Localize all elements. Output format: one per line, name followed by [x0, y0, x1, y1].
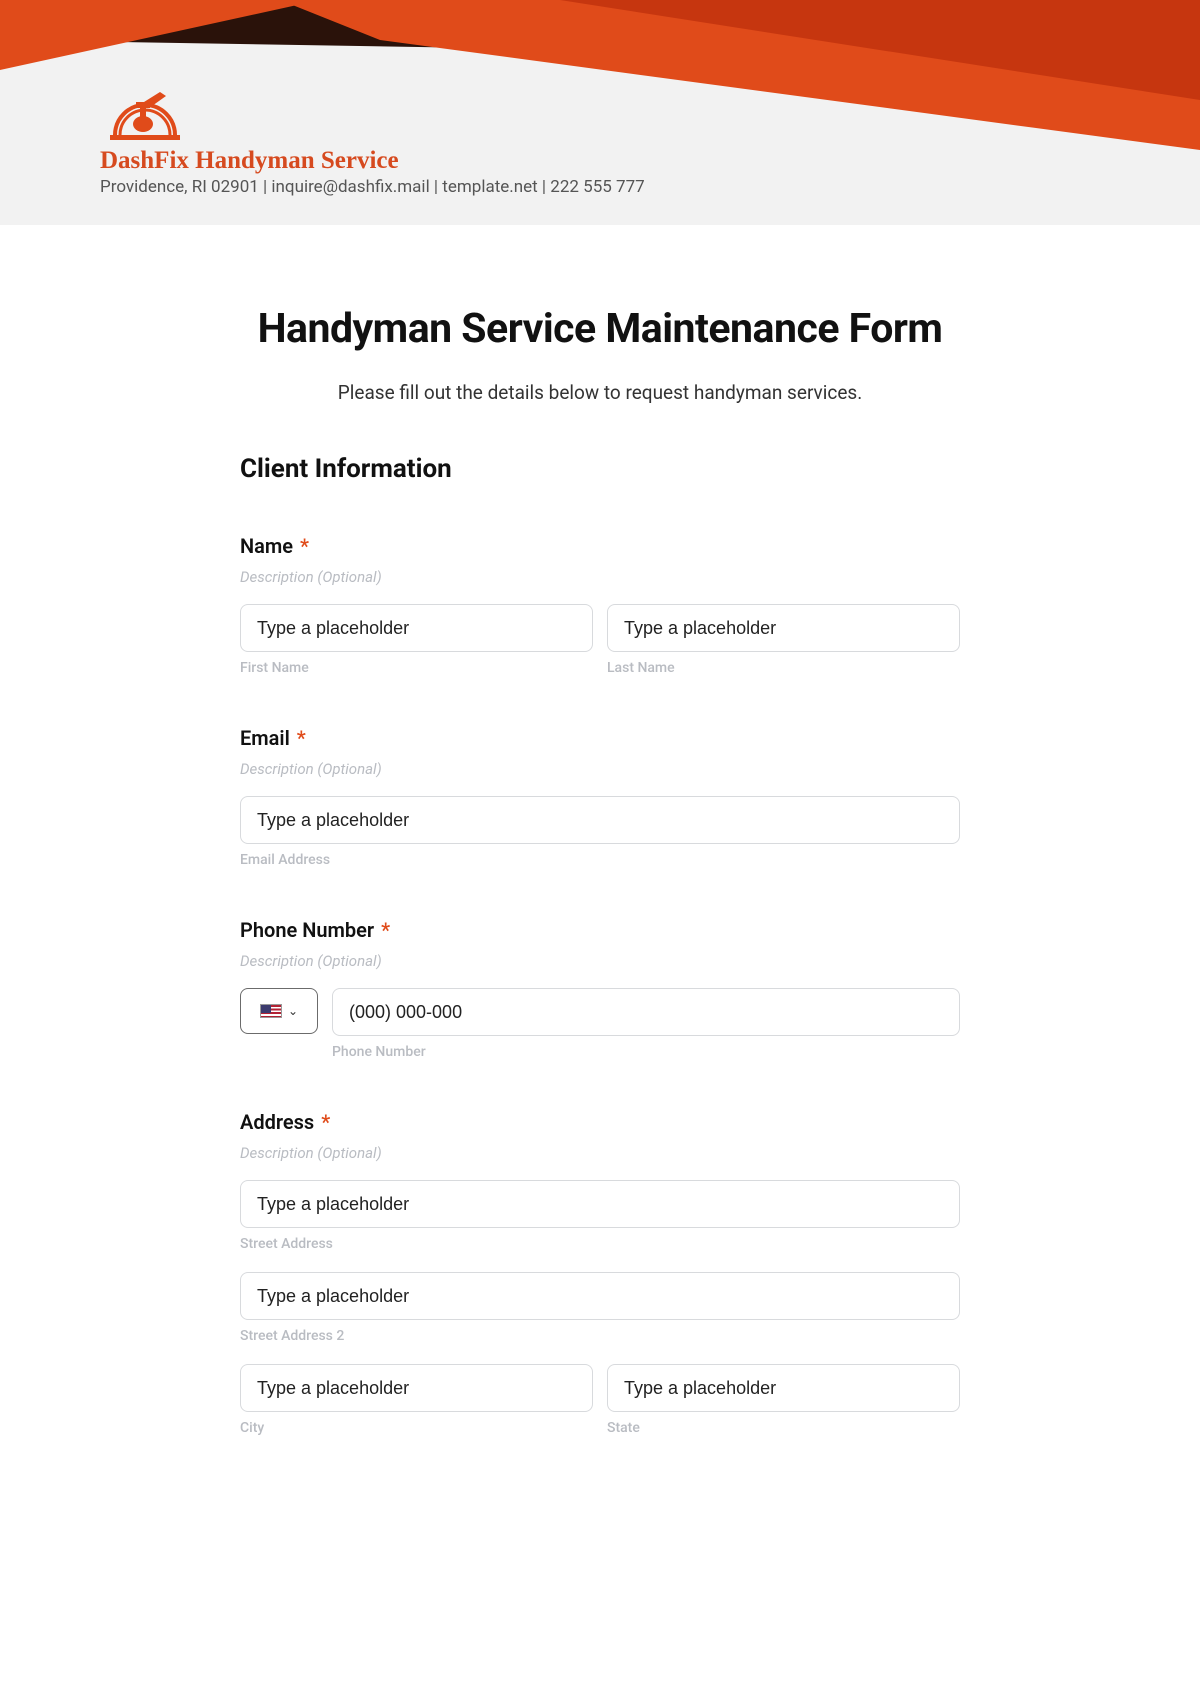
field-phone: Phone Number * Description (Optional) ⌄ … [240, 918, 960, 1060]
form-title: Handyman Service Maintenance Form [240, 305, 960, 353]
section-client-information: Client Information [240, 454, 960, 484]
last-name-input[interactable] [607, 604, 960, 652]
chevron-down-icon: ⌄ [288, 1004, 298, 1018]
street-address-2-sublabel: Street Address 2 [240, 1328, 960, 1344]
address-label-text: Address [240, 1110, 314, 1134]
header-banner: DashFix Handyman Service Providence, RI … [0, 0, 1200, 225]
brand-contact-info: Providence, RI 02901 | inquire@dashfix.m… [100, 177, 645, 197]
street-address-2-input[interactable] [240, 1272, 960, 1320]
brand-block: DashFix Handyman Service Providence, RI … [100, 80, 645, 197]
email-description: Description (Optional) [240, 760, 960, 778]
brand-logo [100, 80, 190, 145]
email-input[interactable] [240, 796, 960, 844]
city-input[interactable] [240, 1364, 593, 1412]
name-label: Name * [240, 534, 960, 558]
street-address-input[interactable] [240, 1180, 960, 1228]
field-address: Address * Description (Optional) Street … [240, 1110, 960, 1436]
email-label-text: Email [240, 726, 290, 750]
phone-label: Phone Number * [240, 918, 960, 942]
field-name: Name * Description (Optional) First Name… [240, 534, 960, 676]
last-name-sublabel: Last Name [607, 660, 960, 676]
us-flag-icon [260, 1004, 282, 1018]
required-indicator: * [381, 918, 390, 942]
required-indicator: * [297, 726, 306, 750]
required-indicator: * [321, 1110, 330, 1134]
email-sublabel: Email Address [240, 852, 960, 868]
address-label: Address * [240, 1110, 960, 1134]
state-input[interactable] [607, 1364, 960, 1412]
phone-description: Description (Optional) [240, 952, 960, 970]
phone-input[interactable] [332, 988, 960, 1036]
first-name-sublabel: First Name [240, 660, 593, 676]
email-label: Email * [240, 726, 960, 750]
name-description: Description (Optional) [240, 568, 960, 586]
state-sublabel: State [607, 1420, 960, 1436]
form-subtitle: Please fill out the details below to req… [240, 381, 960, 404]
phone-label-text: Phone Number [240, 918, 374, 942]
country-code-select[interactable]: ⌄ [240, 988, 318, 1034]
first-name-input[interactable] [240, 604, 593, 652]
name-label-text: Name [240, 534, 293, 558]
address-description: Description (Optional) [240, 1144, 960, 1162]
phone-sublabel: Phone Number [332, 1044, 960, 1060]
field-email: Email * Description (Optional) Email Add… [240, 726, 960, 868]
form-container: Handyman Service Maintenance Form Please… [220, 225, 980, 1476]
street-address-sublabel: Street Address [240, 1236, 960, 1252]
city-sublabel: City [240, 1420, 593, 1436]
brand-name: DashFix Handyman Service [100, 147, 645, 175]
required-indicator: * [300, 534, 309, 558]
